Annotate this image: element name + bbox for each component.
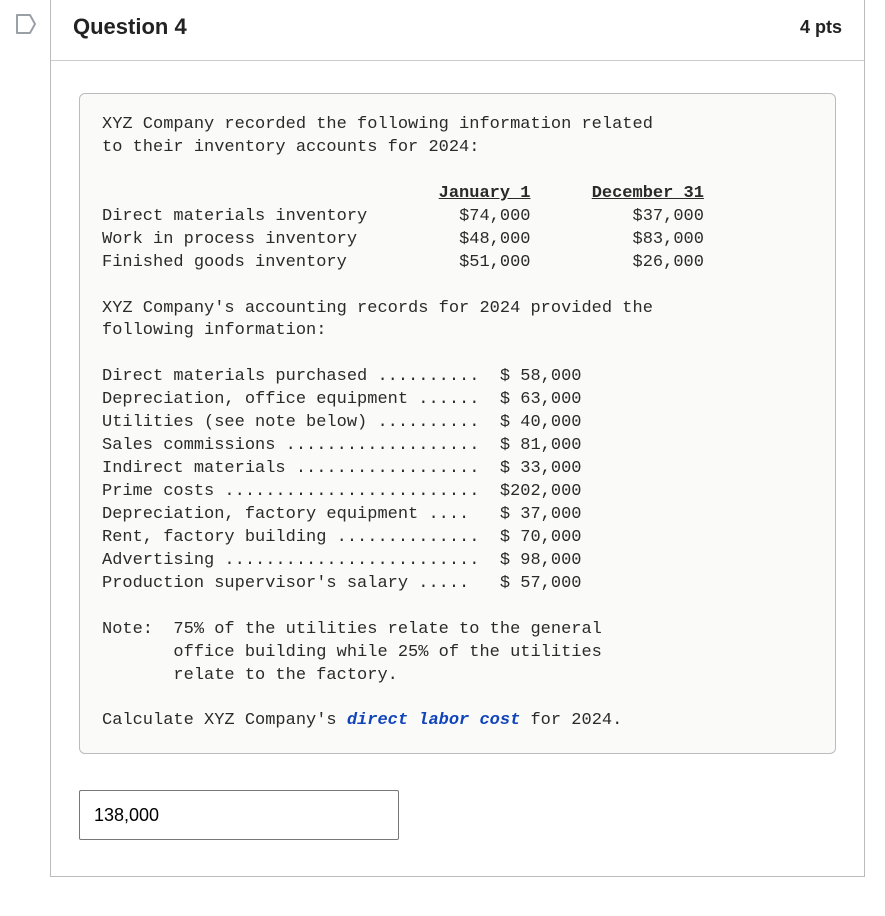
note-line: relate to the factory.	[102, 666, 398, 685]
rec-val: $ 63,000	[500, 390, 582, 409]
question-title: Question 4	[73, 14, 187, 40]
bookmark-icon	[13, 12, 37, 36]
answer-input[interactable]	[79, 790, 399, 840]
rec-label: Sales commissions ...................	[102, 436, 479, 455]
rec-label: Utilities (see note below) ..........	[102, 413, 479, 432]
inv-jan: $74,000	[459, 207, 530, 226]
rec-val: $ 57,000	[500, 574, 582, 593]
rec-val: $ 33,000	[500, 459, 582, 478]
rec-label: Direct materials purchased ..........	[102, 367, 479, 386]
question-body: XYZ Company recorded the following infor…	[51, 61, 864, 876]
inv-jan: $51,000	[459, 253, 530, 272]
note-line: office building while 25% of the utiliti…	[102, 643, 602, 662]
rec-label: Prime costs .........................	[102, 482, 479, 501]
calc-prefix: Calculate XYZ Company's	[102, 711, 347, 730]
question-points: 4 pts	[800, 17, 842, 38]
intro-line: to their inventory accounts for 2024:	[102, 138, 479, 157]
rec-val: $ 81,000	[500, 436, 582, 455]
intro-line: XYZ Company recorded the following infor…	[102, 115, 653, 134]
rec-label: Advertising .........................	[102, 551, 479, 570]
inv-jan: $48,000	[459, 230, 530, 249]
rec-label: Depreciation, factory equipment ....	[102, 505, 469, 524]
rec-label: Indirect materials ..................	[102, 459, 479, 478]
calc-emphasis: direct labor cost	[347, 711, 520, 730]
inv-label: Direct materials inventory	[102, 207, 367, 226]
note-line: Note: 75% of the utilities relate to the…	[102, 620, 602, 639]
rec-val: $ 98,000	[500, 551, 582, 570]
question-content: XYZ Company recorded the following infor…	[79, 93, 836, 754]
marker-column	[0, 0, 50, 36]
table-header-dec: December 31	[592, 184, 704, 203]
inv-dec: $26,000	[633, 253, 704, 272]
rec-val: $ 58,000	[500, 367, 582, 386]
inv-label: Finished goods inventory	[102, 253, 347, 272]
question-header: Question 4 4 pts	[51, 0, 864, 61]
mid-line: XYZ Company's accounting records for 202…	[102, 299, 653, 318]
inv-label: Work in process inventory	[102, 230, 357, 249]
rec-label: Rent, factory building ..............	[102, 528, 479, 547]
question-container: Question 4 4 pts XYZ Company recorded th…	[0, 0, 885, 877]
answer-row	[79, 790, 836, 840]
inv-dec: $83,000	[633, 230, 704, 249]
inv-dec: $37,000	[633, 207, 704, 226]
rec-val: $202,000	[500, 482, 582, 501]
rec-val: $ 40,000	[500, 413, 582, 432]
rec-label: Depreciation, office equipment ......	[102, 390, 479, 409]
rec-label: Production supervisor's salary .....	[102, 574, 469, 593]
table-header-jan: January 1	[439, 184, 531, 203]
rec-val: $ 70,000	[500, 528, 582, 547]
calc-suffix: for 2024.	[520, 711, 622, 730]
rec-val: $ 37,000	[500, 505, 582, 524]
question-card: Question 4 4 pts XYZ Company recorded th…	[50, 0, 865, 877]
mid-line: following information:	[102, 321, 326, 340]
